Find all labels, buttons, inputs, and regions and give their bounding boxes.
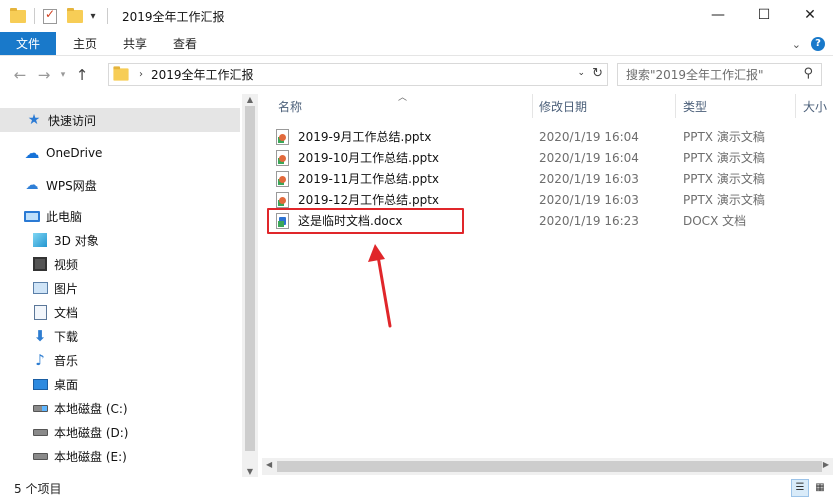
desktop-icon (32, 376, 48, 392)
properties-icon[interactable] (43, 7, 57, 24)
scroll-up-icon[interactable]: ▲ (242, 95, 258, 104)
folder-icon[interactable] (10, 7, 26, 23)
scrollbar-thumb[interactable] (245, 106, 255, 451)
nav-item-label: 此电脑 (46, 209, 83, 224)
navigation-scrollbar[interactable]: ▲ ▼ (242, 94, 258, 477)
close-button[interactable]: ✕ (787, 0, 833, 30)
nav-item-videos[interactable]: 视频 (0, 252, 78, 276)
star-icon: ★ (27, 112, 41, 128)
3d-objects-icon (32, 232, 48, 248)
window-controls: — ☐ ✕ (695, 0, 833, 30)
nav-item-label: 本地磁盘 (E:) (54, 449, 127, 464)
chevron-down-icon[interactable]: ▾ (87, 11, 99, 22)
music-icon: ♪ (35, 351, 45, 369)
search-box[interactable]: ⚲ (617, 63, 822, 86)
nav-item-3d-objects[interactable]: 3D 对象 (0, 228, 99, 252)
breadcrumb-separator-icon[interactable]: › (139, 69, 143, 80)
scroll-left-icon[interactable]: ◀ (266, 460, 272, 469)
breadcrumb[interactable]: 2019全年工作汇报 (151, 66, 254, 83)
view-switcher: ☰ ▦ (791, 479, 829, 497)
nav-item-label: 图片 (54, 281, 79, 296)
horizontal-scrollbar[interactable]: ◀ ▶ (262, 458, 833, 475)
nav-item-pictures[interactable]: 图片 (0, 276, 78, 300)
new-folder-icon[interactable] (67, 7, 83, 23)
large-icons-view-icon[interactable]: ▦ (811, 479, 829, 497)
video-icon (32, 256, 48, 272)
drive-icon (32, 424, 48, 440)
scroll-right-icon[interactable]: ▶ (823, 460, 829, 469)
cloud-icon: ☁ (24, 144, 40, 162)
tab-home[interactable]: 主页 (60, 32, 110, 55)
computer-icon (24, 208, 40, 224)
search-icon[interactable]: ⚲ (803, 66, 813, 81)
drive-icon (32, 448, 48, 464)
ribbon-right-controls: ⌄ ? (792, 32, 825, 56)
download-icon: ⬇ (33, 327, 47, 345)
ribbon-tabs: 文件 主页 共享 查看 ⌄ ? (0, 32, 833, 56)
item-count: 5 个项目 (14, 481, 62, 496)
address-bar[interactable]: › 2019全年工作汇报 ⌄ ↻ (108, 63, 608, 86)
nav-item-drive-e[interactable]: 本地磁盘 (E:) (0, 444, 127, 468)
nav-item-label: 快速访问 (48, 113, 97, 128)
minimize-button[interactable]: — (695, 0, 741, 30)
title-bar: ▾ 2019全年工作汇报 — ☐ ✕ (0, 0, 833, 32)
nav-item-downloads[interactable]: ⬇ 下载 (0, 324, 78, 348)
drive-c-icon (32, 400, 48, 416)
tab-file[interactable]: 文件 (0, 32, 56, 55)
wps-cloud-icon: ☁ (25, 177, 39, 193)
nav-item-this-pc[interactable]: 此电脑 (0, 204, 82, 228)
refresh-icon[interactable]: ↻ (592, 66, 603, 81)
nav-item-label: 3D 对象 (54, 233, 99, 248)
back-arrow-icon[interactable]: ← (8, 66, 32, 84)
forward-arrow-icon[interactable]: → (32, 66, 56, 84)
help-icon[interactable]: ? (811, 37, 825, 51)
pictures-icon (32, 280, 48, 296)
nav-item-wps-cloud[interactable]: ☁ WPS网盘 (0, 173, 97, 197)
nav-item-label: 视频 (54, 257, 79, 272)
nav-item-label: 桌面 (54, 377, 79, 392)
nav-item-music[interactable]: ♪ 音乐 (0, 348, 78, 372)
tab-share[interactable]: 共享 (110, 32, 160, 55)
annotation-arrow (368, 244, 392, 328)
nav-item-label: 文档 (54, 305, 79, 320)
nav-item-label: 下载 (54, 329, 79, 344)
nav-item-label: 本地磁盘 (D:) (54, 425, 129, 440)
expand-ribbon-icon[interactable]: ⌄ (792, 38, 801, 51)
details-view-icon[interactable]: ☰ (791, 479, 809, 497)
scrollbar-thumb[interactable] (277, 461, 822, 472)
nav-item-drive-d[interactable]: 本地磁盘 (D:) (0, 420, 128, 444)
scroll-down-icon[interactable]: ▼ (242, 467, 258, 476)
nav-item-desktop[interactable]: 桌面 (0, 372, 78, 396)
navigation-tree: ★ 快速访问 ☁ OneDrive ☁ WPS网盘 此电脑 3D 对象 视频 图… (0, 94, 240, 477)
nav-item-quick-access[interactable]: ★ 快速访问 (0, 108, 240, 132)
navigation-bar: ← → ▾ ↑ › 2019全年工作汇报 ⌄ ↻ ⚲ (0, 56, 833, 94)
nav-item-label: OneDrive (46, 146, 103, 160)
divider (34, 8, 35, 24)
divider (107, 8, 108, 24)
status-bar: 5 个项目 ☰ ▦ (0, 477, 833, 499)
recent-locations-icon[interactable]: ▾ (56, 70, 70, 80)
nav-item-label: 音乐 (54, 353, 79, 368)
documents-icon (32, 304, 48, 320)
quick-access-toolbar: ▾ (0, 0, 112, 32)
folder-icon (113, 66, 129, 81)
nav-item-documents[interactable]: 文档 (0, 300, 78, 324)
tab-view[interactable]: 查看 (160, 32, 210, 55)
chevron-down-icon[interactable]: ⌄ (577, 68, 585, 78)
nav-item-label: 本地磁盘 (C:) (54, 401, 128, 416)
maximize-button[interactable]: ☐ (741, 0, 787, 30)
nav-item-label: WPS网盘 (46, 178, 97, 193)
nav-item-drive-c[interactable]: 本地磁盘 (C:) (0, 396, 128, 420)
up-arrow-icon[interactable]: ↑ (70, 66, 94, 84)
nav-item-onedrive[interactable]: ☁ OneDrive (0, 141, 103, 165)
navigation-pane: ★ 快速访问 ☁ OneDrive ☁ WPS网盘 此电脑 3D 对象 视频 图… (0, 94, 258, 477)
search-input[interactable] (626, 67, 796, 82)
file-list: ︿ 名称 修改日期 类型 大小 2019-9月工作总结.pptx 2020/1/… (262, 93, 833, 477)
window-title: 2019全年工作汇报 (122, 9, 225, 24)
